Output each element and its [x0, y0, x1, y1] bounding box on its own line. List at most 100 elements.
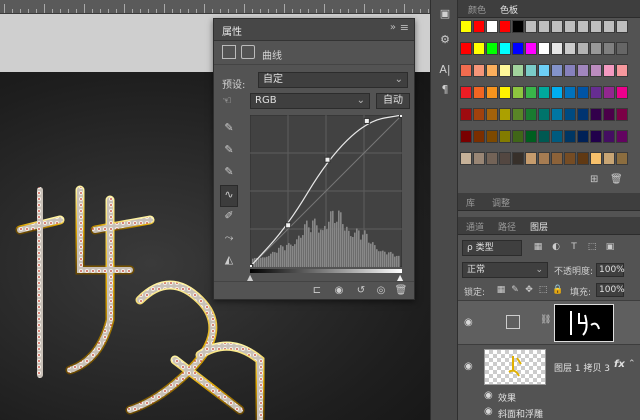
layer-row-curves[interactable]: ◉ ⛓: [458, 300, 640, 344]
swatch[interactable]: [499, 86, 511, 99]
swatch[interactable]: [525, 64, 537, 77]
swatch[interactable]: [564, 20, 576, 33]
swatch[interactable]: [551, 64, 563, 77]
layer-row-pixel[interactable]: ◉ 图层 1 拷贝 3 fx ⌃: [458, 344, 640, 388]
channel-dropdown[interactable]: RGB ⌄: [250, 93, 370, 109]
lock-image-icon[interactable]: ✎: [510, 285, 520, 295]
swatch[interactable]: [551, 20, 563, 33]
swatch[interactable]: [538, 64, 550, 77]
swatch[interactable]: [564, 130, 576, 143]
layer-name[interactable]: 图层 1 拷贝 3: [554, 361, 610, 374]
swatch[interactable]: [512, 42, 524, 55]
gray-point-eyedropper-icon[interactable]: ✎: [220, 141, 238, 163]
color-panel-icon[interactable]: ▣: [437, 6, 453, 22]
filter-adjustment-icon[interactable]: ◐: [550, 241, 562, 253]
swatch[interactable]: [473, 64, 485, 77]
clip-to-layer-icon[interactable]: ⊏: [310, 285, 324, 297]
swatch[interactable]: [525, 152, 537, 165]
swatch[interactable]: [473, 86, 485, 99]
swatch[interactable]: [564, 42, 576, 55]
horizontal-ruler[interactable]: [0, 0, 430, 14]
blend-mode-dropdown[interactable]: 正常 ⌄: [462, 262, 548, 278]
swatch[interactable]: [525, 130, 537, 143]
swatch[interactable]: [603, 130, 615, 143]
targeted-adjustment-icon[interactable]: ☜: [222, 94, 232, 107]
swatch[interactable]: [460, 152, 472, 165]
swatch[interactable]: [512, 152, 524, 165]
swatch[interactable]: [551, 152, 563, 165]
auto-button[interactable]: 自动: [376, 93, 410, 109]
swatch[interactable]: [564, 64, 576, 77]
properties-panel-icon[interactable]: ⚙: [437, 32, 453, 48]
opacity-field[interactable]: 100%: [596, 263, 625, 277]
new-swatch-icon[interactable]: ⊞: [590, 174, 598, 185]
swatch[interactable]: [525, 108, 537, 121]
swatch[interactable]: [603, 152, 615, 165]
curves-adjustment-icon[interactable]: [222, 45, 236, 59]
swatch[interactable]: [512, 130, 524, 143]
swatch[interactable]: [590, 64, 602, 77]
layer-mask-icon[interactable]: [241, 45, 255, 59]
curve-point[interactable]: [324, 156, 331, 163]
swatch[interactable]: [590, 86, 602, 99]
properties-panel[interactable]: 属性 » ≡ 曲线 预设: 自定 ⌄ ☜ RGB ⌄ 自动 ✎ ✎ ✎ ∿ ✐ …: [213, 18, 415, 300]
swatch[interactable]: [577, 20, 589, 33]
visibility-eye-icon[interactable]: ◎: [374, 285, 388, 297]
white-point-eyedropper-icon[interactable]: ✎: [220, 163, 238, 185]
swatch[interactable]: [486, 86, 498, 99]
character-panel-icon[interactable]: A|: [437, 62, 453, 78]
lock-artboard-icon[interactable]: ⬚: [538, 285, 548, 295]
swatch[interactable]: [525, 42, 537, 55]
swatch[interactable]: [603, 20, 615, 33]
swatch[interactable]: [473, 20, 485, 33]
eye-visibility-icon[interactable]: ◉: [464, 361, 473, 372]
tab-adjustments[interactable]: 调整: [492, 196, 510, 209]
swatch[interactable]: [512, 86, 524, 99]
tab-libraries[interactable]: 库: [466, 196, 475, 209]
swatch[interactable]: [577, 108, 589, 121]
swatch[interactable]: [512, 108, 524, 121]
swatch[interactable]: [616, 20, 628, 33]
swatch[interactable]: [499, 152, 511, 165]
effects-row[interactable]: ◉ 效果: [458, 388, 640, 404]
tab-paths[interactable]: 路径: [498, 220, 516, 233]
swatch[interactable]: [473, 42, 485, 55]
smooth-curve-icon[interactable]: ⤳: [220, 229, 238, 251]
swatch[interactable]: [564, 152, 576, 165]
eye-visibility-icon[interactable]: ◉: [464, 317, 473, 328]
swatch[interactable]: [499, 108, 511, 121]
mask-link-icon[interactable]: ⛓: [540, 315, 551, 325]
swatch[interactable]: [577, 86, 589, 99]
swatch[interactable]: [616, 86, 628, 99]
swatch[interactable]: [616, 42, 628, 55]
tab-layers[interactable]: 图层: [530, 220, 548, 233]
swatch[interactable]: [590, 20, 602, 33]
swatch[interactable]: [538, 86, 550, 99]
layer-effects-fx-icon[interactable]: fx: [614, 359, 625, 370]
swatch[interactable]: [486, 20, 498, 33]
layer-thumbnail[interactable]: [484, 349, 546, 385]
swatch[interactable]: [486, 130, 498, 143]
filter-type-icon[interactable]: T: [568, 241, 580, 253]
filter-smart-object-icon[interactable]: ▣: [604, 241, 616, 253]
swatch[interactable]: [590, 108, 602, 121]
eye-visibility-icon[interactable]: ◉: [484, 406, 493, 417]
tab-color[interactable]: 颜色: [468, 3, 486, 16]
draw-curve-pencil-icon[interactable]: ✐: [220, 207, 238, 229]
swatch[interactable]: [460, 20, 472, 33]
swatch[interactable]: [603, 64, 615, 77]
view-previous-state-icon[interactable]: ◉: [332, 285, 346, 297]
swatch[interactable]: [538, 152, 550, 165]
swatch[interactable]: [460, 130, 472, 143]
layer-mask-thumbnail[interactable]: [554, 304, 614, 342]
swatch[interactable]: [512, 20, 524, 33]
clipping-warning-icon[interactable]: ◭: [220, 251, 238, 273]
filter-pixel-icon[interactable]: ▦: [532, 241, 544, 253]
swatch[interactable]: [577, 152, 589, 165]
swatch[interactable]: [473, 152, 485, 165]
panel-menu-icon[interactable]: ≡: [400, 21, 409, 34]
swatch[interactable]: [460, 64, 472, 77]
swatch[interactable]: [499, 20, 511, 33]
swatch[interactable]: [603, 108, 615, 121]
swatch[interactable]: [616, 130, 628, 143]
